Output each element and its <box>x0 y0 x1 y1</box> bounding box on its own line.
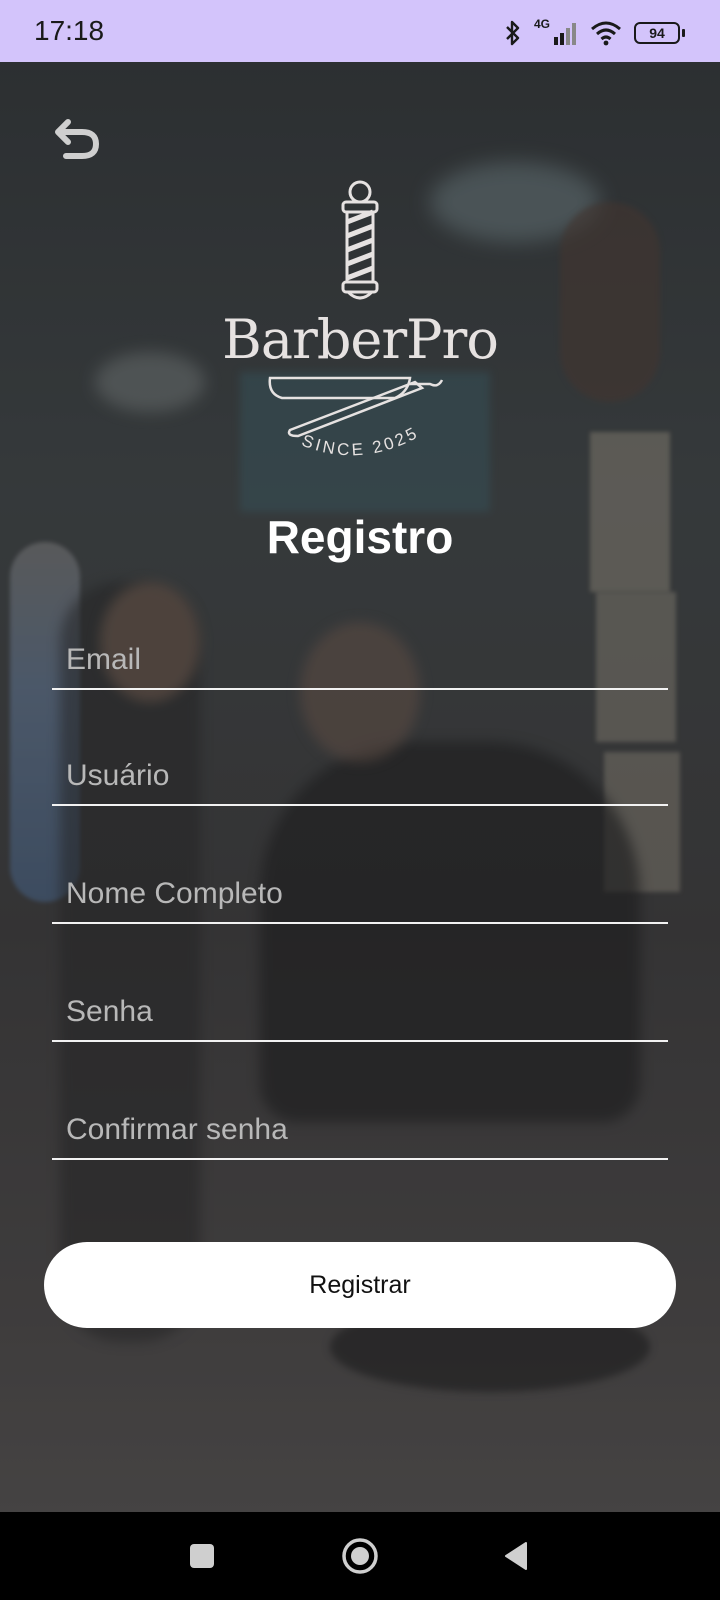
brand-name: BarberPro <box>222 308 499 371</box>
home-icon <box>342 1538 378 1574</box>
username-input[interactable] <box>66 756 656 796</box>
email-input[interactable] <box>66 640 656 680</box>
back-button[interactable] <box>52 112 104 164</box>
recents-button[interactable] <box>152 1512 252 1600</box>
home-button[interactable] <box>310 1512 410 1600</box>
full-name-field[interactable] <box>52 862 668 924</box>
barberpro-logo: BarberPro SINCE 2025 <box>210 180 510 480</box>
status-icons: 4G 94 <box>504 17 685 48</box>
tagline-arc: SINCE 2025 <box>299 423 422 460</box>
status-bar: 17:18 4G 94 <box>0 0 720 62</box>
bluetooth-icon <box>506 20 520 46</box>
system-back-button[interactable] <box>466 1512 566 1600</box>
status-time: 17:18 <box>34 15 105 46</box>
back-icon <box>505 1542 527 1570</box>
password-input[interactable] <box>66 992 656 1032</box>
confirm-password-field[interactable] <box>52 1098 668 1160</box>
username-field[interactable] <box>52 744 668 806</box>
full-name-input[interactable] <box>66 874 656 914</box>
navigation-bar <box>0 1512 720 1600</box>
recents-icon <box>190 1544 214 1568</box>
confirm-password-input[interactable] <box>66 1110 656 1150</box>
back-arrow-icon <box>55 119 100 159</box>
battery-icon: 94 <box>634 22 685 44</box>
barber-pole-icon <box>341 180 379 300</box>
email-field[interactable] <box>52 628 668 690</box>
tagline: SINCE 2025 <box>299 423 419 460</box>
password-field[interactable] <box>52 980 668 1042</box>
register-button[interactable]: Registrar <box>44 1242 676 1328</box>
signal-icon: 4G <box>534 17 578 47</box>
page-title: Registro <box>266 511 454 563</box>
wifi-icon <box>591 21 621 46</box>
svg-text:SINCE 2025: SINCE 2025 <box>299 423 422 460</box>
